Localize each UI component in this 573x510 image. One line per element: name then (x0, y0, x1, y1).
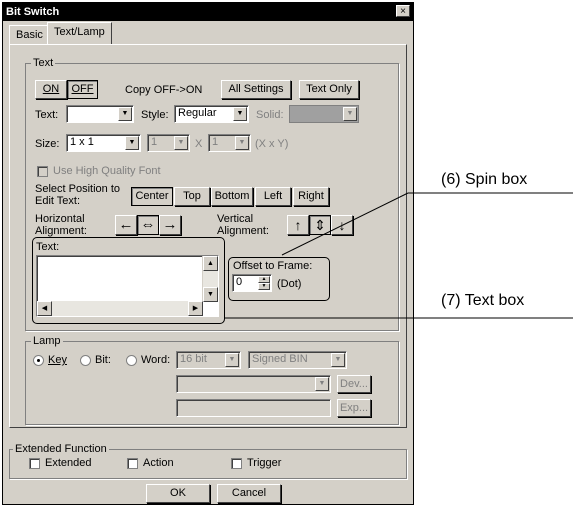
text-box-callout-label: (7) Text box (441, 292, 525, 309)
tab-text-lamp-label: Text/Lamp (54, 26, 105, 38)
tab-text-lamp[interactable]: Text/Lamp (47, 22, 112, 44)
callout-lines (224, 192, 573, 319)
spin-box-leader-line (281, 192, 409, 256)
spin-box-callout-label: (6) Spin box (441, 171, 528, 188)
